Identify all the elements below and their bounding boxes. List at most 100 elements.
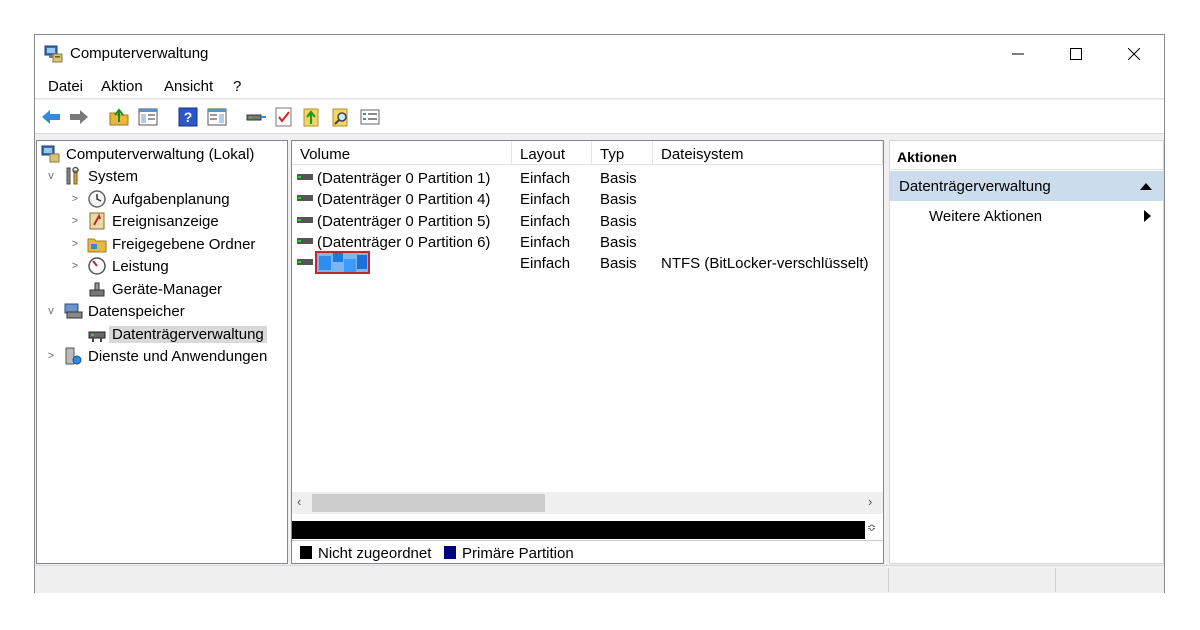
drive-icon [297,174,313,180]
menu-aktion[interactable]: Aktion [101,78,143,95]
forward-arrow-icon[interactable] [68,106,90,128]
partition-legend: Nicht zugeordnet Primäre Partition [292,540,883,564]
search-folder-icon[interactable] [330,106,352,128]
horizontal-scrollbar[interactable]: ‹ › [292,492,883,514]
tree-item-label: Computerverwaltung (Lokal) [66,145,255,163]
legend-unallocated: Nicht zugeordnet [300,545,431,562]
menu-ansicht[interactable]: Ansicht [164,78,213,95]
expand-chevron-icon[interactable]: v [45,305,57,317]
submenu-arrow-icon[interactable] [1144,210,1151,222]
cell-dateisystem: NTFS (BitLocker-verschlüsselt) [661,255,869,272]
collapse-triangle-icon[interactable] [1140,182,1152,190]
show-action-pane-icon[interactable] [206,106,228,128]
disk-graph-strip[interactable] [292,521,865,539]
tree-item-label: Geräte-Manager [112,280,223,298]
event-viewer-icon [89,212,105,230]
column-header-dateisystem[interactable]: Dateisystem [653,141,883,165]
tree-item-label: Aufgabenplanung [112,190,230,208]
primary-partition-swatch [444,546,456,559]
tree-item-computerverwaltung[interactable]: Computerverwaltung (Lokal) [41,143,254,165]
scroll-right-icon[interactable]: › [868,494,872,509]
expand-chevron-icon[interactable]: > [69,215,81,227]
status-bar [35,565,1164,593]
drive-icon [297,238,313,244]
services-icon [65,347,82,365]
actions-header: Aktionen [890,141,1163,170]
cell-layout: Einfach [520,234,571,251]
menu-datei[interactable]: Datei [48,78,83,95]
cell-layout: Einfach [520,213,571,230]
minimize-icon [1012,53,1024,55]
up-folder-icon[interactable] [108,106,130,128]
expand-chevron-icon[interactable]: > [69,193,81,205]
column-header-volume[interactable]: Volume [292,141,512,165]
tree-item-dienste-und-anwendungen[interactable]: > Dienste und Anwendungen [45,345,267,367]
actions-group-datentraegerverwaltung[interactable]: Datenträgerverwaltung [890,171,1163,201]
performance-icon [88,257,106,275]
cell-typ: Basis [600,170,637,187]
close-button[interactable] [1105,35,1163,73]
maximize-icon [1070,48,1082,60]
tree-item-datentraegerverwaltung[interactable]: Datenträgerverwaltung [87,323,267,345]
action-weitere-aktionen[interactable]: Weitere Aktionen [929,208,1042,225]
folder-up-green-icon[interactable] [301,106,323,128]
cell-layout: Einfach [520,191,571,208]
legend-primary-label: Primäre Partition [462,545,574,562]
tree-item-leistung[interactable]: > Leistung [69,255,169,277]
actions-pane: Aktionen Datenträgerverwaltung Weitere A… [889,140,1164,564]
cell-volume: (Datenträger 0 Partition 5) [317,213,491,230]
window-title: Computerverwaltung [70,45,209,62]
menu-help[interactable]: ? [233,78,241,95]
scrollbar-thumb[interactable] [312,494,545,512]
scroll-left-icon[interactable]: ‹ [297,494,301,509]
cell-volume: (Datenträger 0 Partition 1) [317,170,491,187]
actions-group-label: Datenträgerverwaltung [899,178,1051,195]
cell-typ: Basis [600,234,637,251]
checklist-icon[interactable] [273,106,295,128]
expand-chevron-icon[interactable]: > [69,238,81,250]
properties-list-icon[interactable] [359,106,381,128]
close-icon [1128,48,1140,60]
device-manager-icon [89,282,105,297]
expand-chevron-icon[interactable]: v [45,170,57,182]
tree-item-freigegebene-ordner[interactable]: > Freigegebene Ordner [69,233,255,255]
tree-item-label: Datenspeicher [88,302,185,320]
tools-icon [66,166,79,185]
tree-item-label: Leistung [112,257,169,275]
drive-icon [297,259,313,265]
tree-item-geraete-manager[interactable]: Geräte-Manager [87,278,222,300]
column-header-typ[interactable]: Typ [592,141,653,165]
column-header-layout[interactable]: Layout [512,141,592,165]
tree-item-aufgabenplanung[interactable]: > Aufgabenplanung [69,188,230,210]
minimize-button[interactable] [989,35,1047,73]
shared-folder-icon [87,238,107,253]
tree-item-label: System [88,167,139,185]
tree-item-label: Datenträgerverwaltung [109,325,267,343]
drive-icon [297,195,313,201]
tree-item-system[interactable]: v System [45,165,138,187]
show-hide-console-tree-icon[interactable] [137,106,159,128]
clock-icon [88,190,106,208]
cell-volume: (Datenträger 0 Partition 4) [317,191,491,208]
cell-layout: Einfach [520,255,571,272]
expand-chevron-icon[interactable]: > [69,260,81,272]
legend-primary: Primäre Partition [444,545,574,562]
help-icon[interactable]: ? [177,106,199,128]
splitter-resize-icon[interactable]: ≎ [867,521,876,534]
cell-layout: Einfach [520,170,571,187]
menu-bar: Datei Aktion Ansicht ? [35,73,1164,99]
maximize-button[interactable] [1047,35,1105,73]
expand-chevron-icon[interactable]: > [45,350,57,362]
console-tree: Computerverwaltung (Lokal) v System > Au… [36,140,288,564]
tree-item-datenspeicher[interactable]: v Datenspeicher [45,300,185,322]
tree-item-ereignisanzeige[interactable]: > Ereignisanzeige [69,210,219,232]
back-arrow-icon[interactable] [40,106,62,128]
tree-item-label: Dienste und Anwendungen [88,347,268,365]
tree-item-label: Ereignisanzeige [112,212,219,230]
title-bar[interactable]: Computerverwaltung [35,35,1164,73]
status-separator [888,568,889,592]
disk-management-icon [88,331,106,342]
connect-drive-icon[interactable] [245,106,267,128]
redacted-volume-name [315,251,370,274]
computer-management-icon [44,45,63,63]
